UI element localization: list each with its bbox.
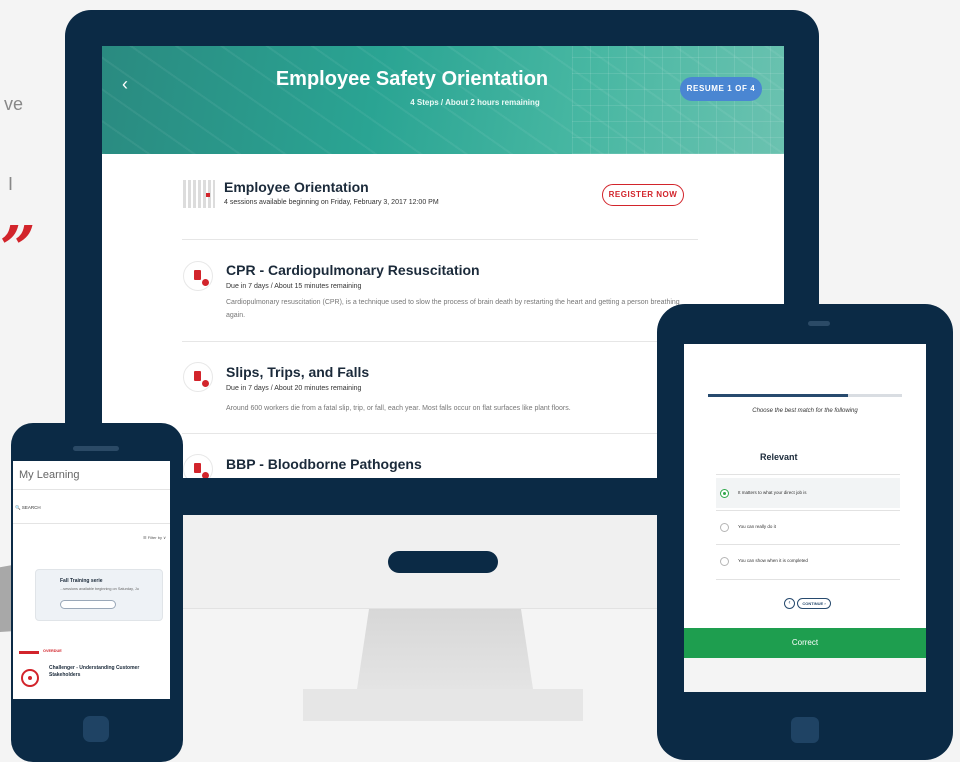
- answer-option[interactable]: You can show when it is completed: [716, 546, 900, 576]
- course-status-icon: [21, 669, 39, 687]
- divider: [13, 489, 170, 490]
- page-subtitle: 4 Steps / About 2 hours remaining: [410, 98, 540, 107]
- training-card[interactable]: Fall Training serie ...sessions availabl…: [35, 569, 163, 621]
- divider: [716, 544, 900, 545]
- monitor-stand-base: [303, 689, 583, 721]
- quiz-prompt: Choose the best match for the following: [752, 408, 858, 414]
- page-title: Employee Safety Orientation: [275, 68, 549, 90]
- calendar-icon: [183, 180, 215, 208]
- filter-dropdown[interactable]: ☰ Filter by ∨: [143, 535, 166, 540]
- divider: [182, 239, 698, 240]
- session-availability: 4 sessions available beginning on Friday…: [224, 199, 439, 206]
- phone-speaker: [73, 446, 119, 451]
- course-title[interactable]: BBP - Bloodborne Pathogens: [226, 456, 422, 472]
- course-meta: Due in 7 days / About 15 minutes remaini…: [226, 283, 362, 290]
- question-term: Relevant: [760, 452, 798, 462]
- answer-label: You can really do it: [738, 524, 776, 529]
- quote-mark: ”: [0, 212, 36, 285]
- overdue-label: OVERDUE: [43, 649, 62, 653]
- monitor-logo: [388, 551, 498, 573]
- course-title[interactable]: Slips, Trips, and Falls: [226, 364, 369, 380]
- divider: [716, 579, 900, 580]
- answer-option[interactable]: You can really do it: [716, 512, 900, 542]
- search-button[interactable]: 🔍 SEARCH: [15, 505, 41, 511]
- divider: [716, 474, 900, 475]
- course-title[interactable]: Challenger - Understanding Customer Stak…: [49, 665, 159, 679]
- overdue-marker: [19, 651, 39, 654]
- phone-screen: My Learning 🔍 SEARCH ☰ Filter by ∨ Fall …: [13, 461, 170, 699]
- course-description: Around 600 workers die from a fatal slip…: [226, 405, 571, 412]
- radio-icon[interactable]: [720, 523, 729, 532]
- page-title: My Learning: [19, 469, 80, 481]
- answer-label: You can show when it is completed: [738, 558, 808, 563]
- progress-fill: [708, 394, 848, 397]
- course-badge-icon: [183, 362, 213, 392]
- card-subtitle: ...sessions available beginning on Satur…: [60, 587, 139, 591]
- resume-button[interactable]: RESUME 1 OF 4: [680, 77, 762, 101]
- course-description: Cardiopulmonary resuscitation (CPR), is …: [226, 299, 680, 319]
- course-title[interactable]: CPR - Cardiopulmonary Resuscitation: [226, 262, 480, 278]
- divider: [716, 510, 900, 511]
- answer-label: It matters to what your direct job is: [738, 490, 807, 495]
- radio-selected-icon[interactable]: [720, 489, 729, 498]
- divider: [13, 523, 170, 524]
- continue-button[interactable]: CONTINUE ›: [797, 598, 831, 609]
- background-text-fragment: ve: [4, 94, 24, 114]
- course-meta: Due in 7 days / About 20 minutes remaini…: [226, 385, 362, 392]
- background-text-fragment: I: [8, 174, 14, 194]
- tablet-home-button[interactable]: [791, 717, 819, 743]
- card-title: Fall Training serie: [60, 578, 103, 584]
- course-badge-icon: [183, 454, 213, 478]
- divider: [182, 341, 698, 342]
- monitor-stand: [357, 609, 533, 689]
- answer-option[interactable]: It matters to what your direct job is: [716, 478, 900, 508]
- tablet-screen: Choose the best match for the following …: [684, 344, 926, 692]
- course-badge-icon: [183, 261, 213, 291]
- divider: [182, 433, 698, 434]
- tablet-camera: [808, 321, 830, 326]
- session-title[interactable]: Employee Orientation: [224, 179, 369, 195]
- back-chevron-icon[interactable]: ‹: [784, 598, 795, 609]
- tablet-footer: [684, 658, 926, 692]
- card-button[interactable]: [60, 600, 116, 609]
- phone-home-button[interactable]: [83, 716, 109, 742]
- result-banner: Correct: [684, 628, 926, 658]
- radio-icon[interactable]: [720, 557, 729, 566]
- course-header: ‹ Employee Safety Orientation 4 Steps / …: [102, 46, 784, 154]
- quiz-progress-bar: [708, 394, 902, 397]
- register-now-button[interactable]: REGISTER NOW: [602, 184, 684, 206]
